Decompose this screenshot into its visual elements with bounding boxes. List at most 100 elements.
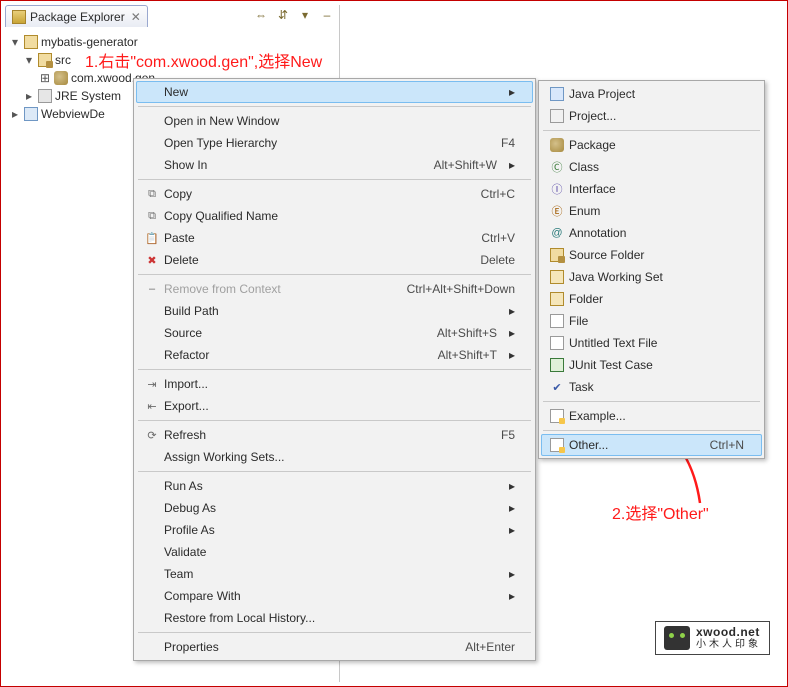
separator [138, 632, 531, 633]
menu-label: Other... [569, 438, 690, 452]
menu-label: Project... [569, 109, 744, 123]
ctx-item[interactable]: Open Type HierarchyF4 [136, 132, 533, 154]
tree-src[interactable]: ▾ src [5, 51, 339, 69]
ic-remove-icon [140, 282, 164, 296]
close-icon[interactable]: ✕ [131, 10, 141, 24]
ctx-item: Remove from Context Ctrl+Alt+Shift+Down [136, 278, 533, 300]
ctx-item[interactable]: Validate [136, 541, 533, 563]
new-item[interactable]: Other...Ctrl+N [541, 434, 762, 456]
minimize-icon[interactable]: – [319, 7, 335, 23]
separator [138, 179, 531, 180]
collapse-all-icon[interactable]: ⇔ [253, 7, 269, 23]
tree-project[interactable]: ▾ mybatis-generator [5, 33, 339, 51]
menu-label: Interface [569, 182, 744, 196]
accelerator: Ctrl+Alt+Shift+Down [407, 282, 515, 296]
submenu-arrow-icon: ▸ [509, 348, 515, 362]
ctx-item[interactable]: PropertiesAlt+Enter [136, 636, 533, 658]
accelerator: Ctrl+V [481, 231, 515, 245]
ctx-item[interactable]: Debug As▸ [136, 497, 533, 519]
new-item[interactable]: Java Working Set [541, 266, 762, 288]
ic-task-icon [545, 380, 569, 394]
new-item[interactable]: Example... [541, 405, 762, 427]
link-editor-icon[interactable]: ⇵ [275, 7, 291, 23]
menu-label: Task [569, 380, 744, 394]
chevron-down-icon[interactable]: ▾ [9, 35, 21, 49]
expand-icon[interactable]: ⊞ [39, 71, 51, 85]
ctx-item[interactable]: CopyCtrl+C [136, 183, 533, 205]
new-item[interactable]: Untitled Text File [541, 332, 762, 354]
menu-label: Annotation [569, 226, 744, 240]
menu-label: Assign Working Sets... [164, 450, 515, 464]
ic-package-icon [545, 138, 569, 152]
ctx-item[interactable]: Run As▸ [136, 475, 533, 497]
ctx-item[interactable]: Show InAlt+Shift+W▸ [136, 154, 533, 176]
tree-label: src [55, 53, 71, 67]
new-item[interactable]: Annotation [541, 222, 762, 244]
chevron-down-icon[interactable]: ▾ [23, 53, 35, 67]
ic-export-icon [140, 399, 164, 413]
separator [138, 369, 531, 370]
separator [543, 130, 760, 131]
ic-annot-icon [545, 226, 569, 240]
menu-label: Show In [164, 158, 414, 172]
ctx-item[interactable]: Team▸ [136, 563, 533, 585]
new-item[interactable]: Enum [541, 200, 762, 222]
package-explorer-tab[interactable]: Package Explorer ✕ [5, 5, 148, 27]
ctx-item[interactable]: SourceAlt+Shift+S▸ [136, 322, 533, 344]
new-item[interactable]: Java Project [541, 83, 762, 105]
accelerator: Delete [480, 253, 515, 267]
chevron-right-icon[interactable]: ▸ [9, 107, 21, 121]
ctx-item[interactable]: Import... [136, 373, 533, 395]
view-menu-icon[interactable]: ▾ [297, 7, 313, 23]
ctx-item[interactable]: Profile As ▸ [136, 519, 533, 541]
ctx-item[interactable]: New ▸ [136, 81, 533, 103]
source-folder-icon [38, 53, 52, 67]
menu-label: Remove from Context [164, 282, 387, 296]
submenu-arrow-icon: ▸ [509, 523, 515, 537]
menu-label: Copy [164, 187, 461, 201]
new-item[interactable]: Project... [541, 105, 762, 127]
ctx-item[interactable]: RefreshF5 [136, 424, 533, 446]
accelerator: Alt+Shift+W [434, 158, 497, 172]
menu-label: Profile As [164, 523, 497, 537]
new-item[interactable]: Task [541, 376, 762, 398]
submenu-arrow-icon: ▸ [509, 304, 515, 318]
new-item[interactable]: Folder [541, 288, 762, 310]
ic-junit-icon [545, 358, 569, 372]
ctx-item[interactable]: DeleteDelete [136, 249, 533, 271]
ctx-item[interactable]: Copy Qualified Name [136, 205, 533, 227]
new-item[interactable]: JUnit Test Case [541, 354, 762, 376]
ctx-item[interactable]: Build Path▸ [136, 300, 533, 322]
ctx-item[interactable]: Restore from Local History... [136, 607, 533, 629]
new-item[interactable]: File [541, 310, 762, 332]
ctx-item[interactable]: PasteCtrl+V [136, 227, 533, 249]
watermark-line2: 小木人印象 [696, 639, 761, 650]
new-item[interactable]: Interface [541, 178, 762, 200]
view-toolbar: ⇔ ⇵ ▾ – [253, 7, 335, 23]
ctx-item[interactable]: Export... [136, 395, 533, 417]
new-item[interactable]: Source Folder [541, 244, 762, 266]
new-item[interactable]: Class [541, 156, 762, 178]
chevron-right-icon[interactable]: ▸ [23, 89, 35, 103]
ctx-item[interactable]: Open in New Window [136, 110, 533, 132]
ic-folder-icon [545, 270, 569, 284]
package-icon [54, 71, 68, 85]
menu-label: Java Project [569, 87, 744, 101]
submenu-arrow-icon: ▸ [509, 85, 515, 99]
separator [138, 420, 531, 421]
project-icon [24, 35, 38, 49]
ctx-item[interactable]: Assign Working Sets... [136, 446, 533, 468]
watermark: xwood.net 小木人印象 [655, 621, 770, 655]
ctx-item[interactable]: RefactorAlt+Shift+T▸ [136, 344, 533, 366]
menu-label: New [164, 85, 497, 99]
context-menu: New▸Open in New WindowOpen Type Hierarch… [133, 78, 536, 661]
menu-label: Open Type Hierarchy [164, 136, 481, 150]
ic-file-icon [545, 336, 569, 350]
tree-label: JRE System [55, 89, 121, 103]
ctx-item[interactable]: Compare With▸ [136, 585, 533, 607]
watermark-line1: xwood.net [696, 626, 761, 639]
menu-label: Restore from Local History... [164, 611, 515, 625]
menu-label: Untitled Text File [569, 336, 744, 350]
new-item[interactable]: Package [541, 134, 762, 156]
menu-label: Debug As [164, 501, 497, 515]
